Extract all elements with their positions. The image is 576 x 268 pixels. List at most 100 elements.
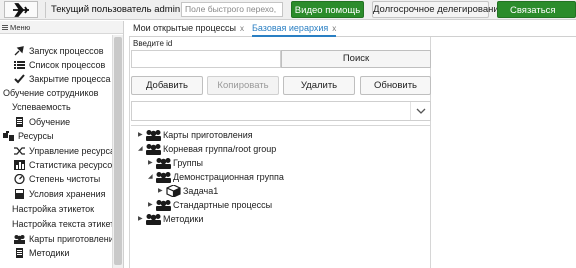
tab-my-open-processes[interactable]: Мои открытые процессы x	[133, 22, 244, 37]
sidebar-scrollbar[interactable]	[112, 35, 123, 268]
sidebar-item-close-process[interactable]: Закрытие процесса	[14, 72, 112, 86]
app-window: Текущий пользователь admin Поле быстрого…	[0, 0, 576, 268]
tab-label: Базовая иерархия	[252, 23, 329, 33]
current-user: Текущий пользователь admin	[51, 4, 181, 15]
shuffle-icon	[14, 147, 25, 155]
sidebar-item-launch[interactable]: Запуск процессов	[14, 44, 112, 58]
sidebar-item-resources[interactable]: Ресурсы	[3, 129, 112, 143]
group-icon	[146, 214, 161, 225]
sidebar-item-label: Обучение сотрудников	[3, 88, 99, 98]
tree-node-label: Корневая группа/root group	[163, 144, 277, 154]
tree-node-methods[interactable]: ▶ Методики	[138, 212, 388, 226]
sidebar-item-resource-management[interactable]: Управление ресурсами	[14, 144, 112, 158]
sidebar-item-label-setup[interactable]: Настройка этикеток	[12, 202, 112, 216]
expand-arrow-icon[interactable]: ▶	[138, 128, 146, 142]
sidebar-item-label: Методики	[29, 248, 70, 258]
group-icon	[156, 172, 171, 183]
sidebar-item-resource-stats[interactable]: Статистика ресурсов	[14, 158, 112, 172]
close-icon[interactable]: x	[240, 24, 244, 33]
hamburger-icon	[2, 25, 8, 31]
top-bar: Текущий пользователь admin Поле быстрого…	[0, 0, 576, 20]
sidebar-item-label: Управление ресурсами	[29, 146, 112, 156]
sidebar-item-process-list[interactable]: Список процессов	[14, 58, 112, 72]
sidebar-item-label: Ресурсы	[18, 131, 54, 141]
quick-search-input[interactable]: Поле быстрого перехо,	[181, 2, 283, 17]
sidebar-item-label: Настройка текста этикетки	[12, 219, 112, 229]
tree-node-label: Карты приготовления	[163, 130, 253, 140]
hierarchy-tree: ▶ Карты приготовления ◢ Корневая группа/…	[131, 125, 431, 268]
sidebar-item-training[interactable]: Обучение	[14, 115, 112, 129]
add-button[interactable]: Добавить	[131, 76, 203, 95]
tree-node-label: Задача1	[183, 186, 219, 196]
tab-base-hierarchy[interactable]: Базовая иерархия x	[252, 22, 337, 37]
launch-icon	[14, 46, 24, 56]
delegation-button[interactable]: Долгосрочное делегирование	[372, 1, 504, 18]
chevron-down-icon[interactable]	[410, 102, 430, 120]
expand-arrow-icon[interactable]: ▶	[158, 184, 166, 198]
id-input[interactable]	[131, 50, 281, 68]
tab-bar: Мои открытые процессы x Базовая иерархия x	[129, 20, 576, 37]
stats-icon	[14, 160, 25, 170]
group-icon	[146, 144, 161, 155]
storage-icon	[15, 189, 24, 199]
logo-button[interactable]	[4, 1, 38, 18]
gauge-icon	[14, 174, 25, 184]
sidebar: Меню Запуск процессов Список процессов З…	[0, 21, 124, 268]
menu-header[interactable]: Меню	[0, 21, 123, 34]
sidebar-item-progress[interactable]: Успеваемость	[12, 100, 112, 114]
expand-arrow-icon[interactable]: ▶	[148, 198, 156, 212]
check-icon	[14, 74, 25, 84]
tree-node-standard-processes[interactable]: ▶ Стандартные процессы	[148, 198, 388, 212]
sidebar-item-label: Степень чистоты	[29, 174, 101, 184]
delete-button[interactable]: Удалить	[283, 76, 355, 95]
sidebar-item-label: Успеваемость	[12, 102, 71, 112]
expand-arrow-icon[interactable]: ▶	[138, 212, 146, 226]
sidebar-item-label: Условия хранения	[29, 189, 106, 199]
sidebar-item-label: Запуск процессов	[29, 46, 104, 56]
group-icon	[156, 158, 171, 169]
close-icon[interactable]: x	[332, 24, 336, 33]
copy-button[interactable]: Копировать	[207, 76, 279, 95]
sidebar-item-methods[interactable]: Методики	[14, 246, 112, 260]
document-icon	[16, 248, 23, 258]
cube-icon	[166, 185, 181, 197]
search-button[interactable]: Поиск	[281, 50, 431, 68]
tree-node-label: Методики	[163, 214, 204, 224]
tree-node-cook-cards[interactable]: ▶ Карты приготовления	[138, 128, 388, 142]
sidebar-item-label: Карты приготовления	[29, 234, 112, 244]
sidebar-item-label-text-setup[interactable]: Настройка текста этикетки	[12, 217, 112, 231]
divider	[45, 2, 46, 18]
collapse-arrow-icon[interactable]: ◢	[148, 170, 156, 184]
group-icon	[146, 130, 161, 141]
filter-select[interactable]	[131, 101, 431, 121]
group-icon	[156, 200, 171, 211]
tree-node-label: Демонстрационная группа	[173, 172, 284, 182]
list-icon	[14, 61, 25, 69]
scrollbar-thumb[interactable]	[114, 37, 122, 265]
group-icon	[14, 235, 25, 244]
document-icon	[16, 117, 23, 127]
tree-node-groups[interactable]: ▶ Группы	[148, 156, 388, 170]
resources-icon	[3, 131, 14, 141]
tab-label: Мои открытые процессы	[133, 23, 236, 33]
hierarchy-panel: Введите id Поиск Добавить Копировать Уда…	[129, 37, 431, 268]
sidebar-item-cook-cards[interactable]: Карты приготовления	[14, 232, 112, 246]
sidebar-item-label: Обучение	[29, 117, 71, 127]
tree-node-task1[interactable]: ▶ Задача1	[158, 184, 388, 198]
refresh-button[interactable]: Обновить	[360, 76, 431, 95]
tree-node-root-group[interactable]: ◢ Корневая группа/root group	[138, 142, 388, 156]
video-help-button[interactable]: Видео помощь	[291, 1, 364, 18]
contact-button[interactable]: Связаться	[497, 1, 576, 18]
tree-node-demo-group[interactable]: ◢ Демонстрационная группа	[148, 170, 388, 184]
sidebar-item-training-staff[interactable]: Обучение сотрудников	[3, 86, 112, 100]
menu-title: Меню	[10, 23, 31, 32]
details-area	[432, 37, 576, 268]
expand-arrow-icon[interactable]: ▶	[148, 156, 156, 170]
sidebar-item-purity[interactable]: Степень чистоты	[14, 172, 112, 186]
sidebar-item-label: Настройка этикеток	[12, 204, 95, 214]
plane-icon	[13, 2, 29, 17]
enter-id-label: Введите id	[133, 39, 173, 48]
sidebar-item-storage[interactable]: Условия хранения	[14, 187, 112, 201]
collapse-arrow-icon[interactable]: ◢	[138, 142, 146, 156]
tree-node-label: Стандартные процессы	[173, 200, 273, 210]
